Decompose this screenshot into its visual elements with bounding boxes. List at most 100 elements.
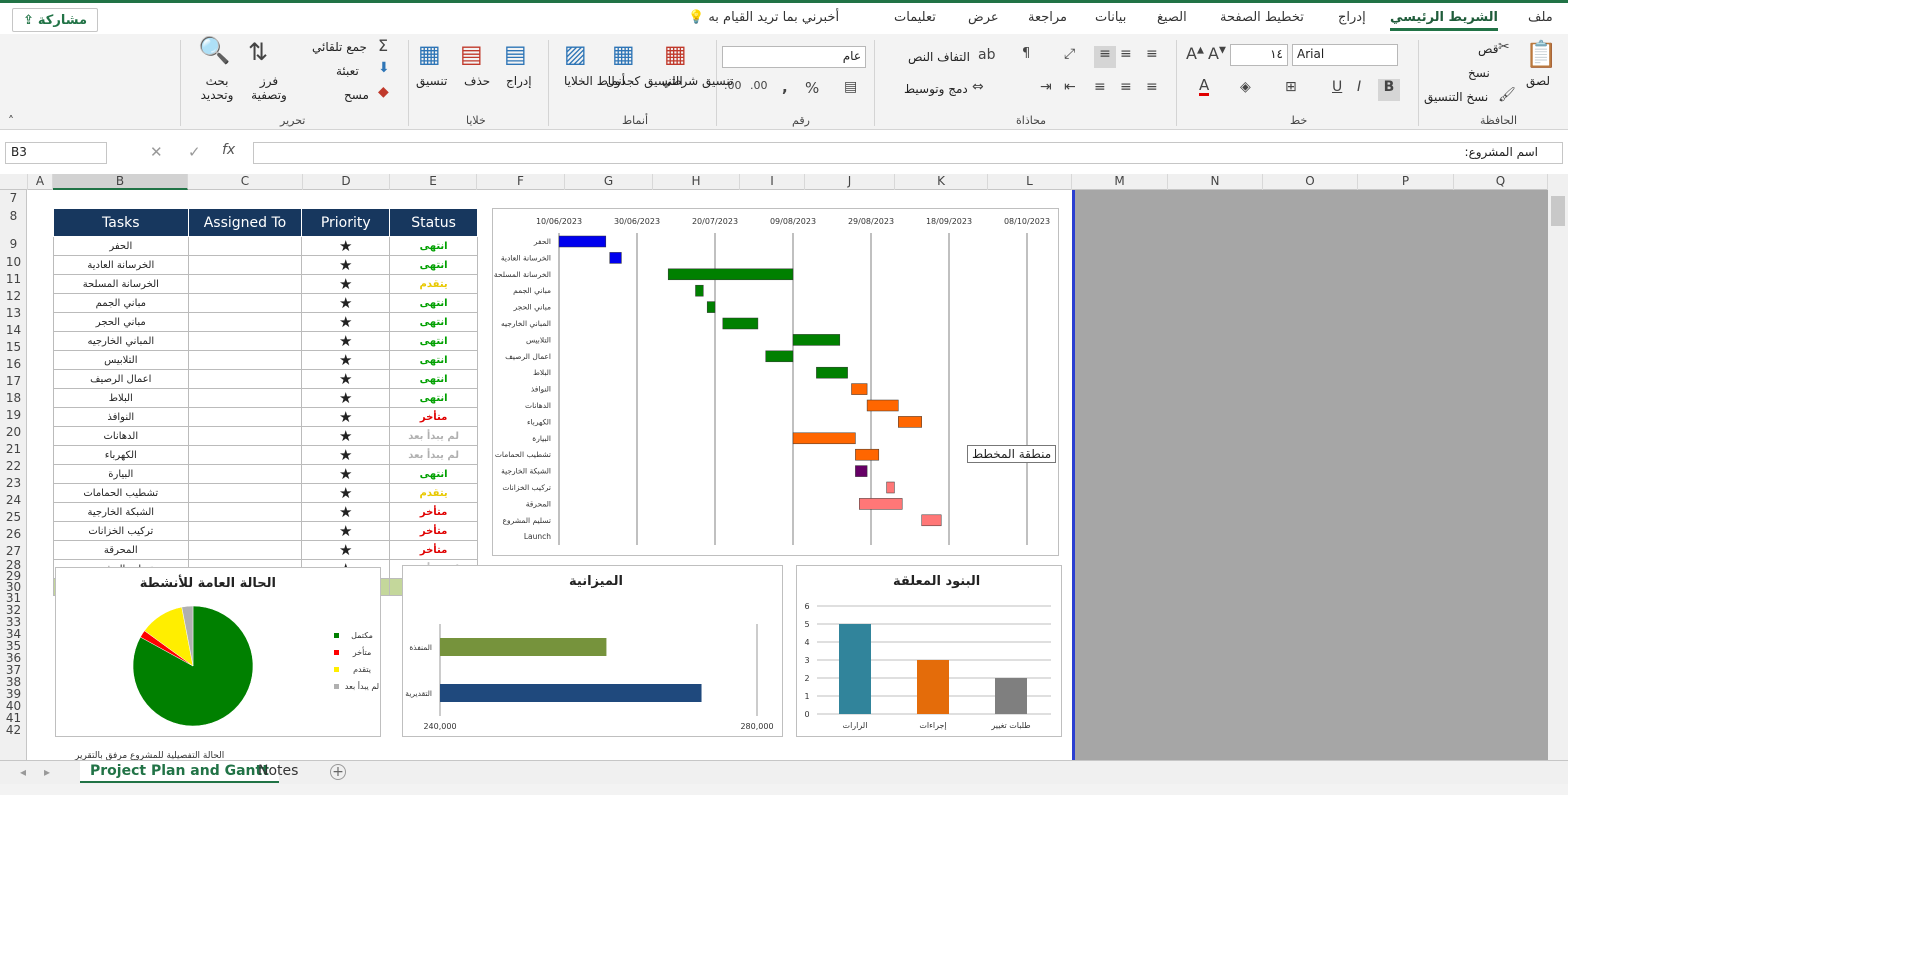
- vertical-scrollbar[interactable]: [1548, 174, 1568, 760]
- priority-cell[interactable]: ★: [301, 255, 391, 275]
- merge-center-button[interactable]: دمج وتوسيط: [904, 82, 968, 96]
- gantt-bar[interactable]: [816, 366, 848, 379]
- row-header[interactable]: 41: [0, 711, 27, 725]
- gantt-bar[interactable]: [898, 416, 922, 428]
- assigned-to-cell[interactable]: [187, 255, 303, 275]
- task-name-cell[interactable]: النوافذ: [53, 407, 189, 427]
- assigned-to-cell[interactable]: [187, 293, 303, 313]
- task-name-cell[interactable]: الحفر: [53, 236, 189, 256]
- assigned-to-cell[interactable]: [187, 407, 303, 427]
- status-cell[interactable]: لم يبدأ بعد: [389, 445, 478, 465]
- assigned-to-cell[interactable]: [187, 483, 303, 503]
- status-cell[interactable]: انتهى: [389, 331, 478, 351]
- rtl-icon[interactable]: ¶: [1022, 46, 1030, 61]
- priority-cell[interactable]: ★: [301, 331, 391, 351]
- row-header[interactable]: 27: [0, 544, 27, 558]
- gantt-bar[interactable]: [706, 301, 716, 313]
- row-header[interactable]: 34: [0, 627, 27, 641]
- underline-icon[interactable]: U: [1332, 79, 1342, 95]
- tab-page-layout[interactable]: تخطيط الصفحة: [1220, 10, 1304, 25]
- wrap-text-button[interactable]: التفاف النص: [908, 50, 970, 64]
- gantt-bar[interactable]: [558, 235, 607, 248]
- sort-filter-button[interactable]: فرز وتصفية: [248, 74, 290, 102]
- task-name-cell[interactable]: تركيب الخزانات: [53, 521, 189, 541]
- font-color-icon[interactable]: A: [1199, 77, 1210, 96]
- share-button[interactable]: ⇪ مشاركة: [12, 8, 98, 32]
- task-name-cell[interactable]: التلابيس: [53, 350, 189, 370]
- row-header[interactable]: 16: [0, 357, 27, 374]
- percent-icon[interactable]: %: [805, 79, 819, 97]
- row-header[interactable]: 28: [0, 558, 27, 572]
- vertical-scroll-thumb[interactable]: [1551, 196, 1565, 226]
- column-header[interactable]: C: [188, 174, 303, 190]
- find-select-button[interactable]: بحث وتحديد: [196, 74, 238, 102]
- pending-items-chart[interactable]: البنود المعلقة 0 1 2 3 4 5 6 الرارات إجراءات طلبا…: [796, 565, 1062, 737]
- fill-button[interactable]: تعبئة: [336, 64, 359, 78]
- tab-review[interactable]: مراجعة: [1028, 10, 1067, 25]
- align-middle-icon[interactable]: ≡: [1094, 46, 1116, 68]
- gantt-bar[interactable]: [765, 350, 794, 363]
- tell-me-search[interactable]: 💡 أخبرني بما تريد القيام به: [688, 10, 839, 25]
- status-cell[interactable]: انتهى: [389, 464, 478, 484]
- assigned-to-cell[interactable]: [187, 426, 303, 446]
- fill-color-icon[interactable]: ◈: [1240, 79, 1251, 95]
- pending-bar[interactable]: [995, 678, 1027, 714]
- row-header[interactable]: 12: [0, 289, 27, 306]
- task-name-cell[interactable]: اعمال الرصيف: [53, 369, 189, 389]
- budget-bar[interactable]: [440, 684, 702, 702]
- name-box[interactable]: B3: [5, 142, 107, 164]
- priority-cell[interactable]: ★: [301, 350, 391, 370]
- column-header[interactable]: N: [1168, 174, 1263, 190]
- column-header[interactable]: K: [895, 174, 988, 190]
- priority-cell[interactable]: ★: [301, 274, 391, 294]
- assigned-to-cell[interactable]: [187, 369, 303, 389]
- insert-function-icon[interactable]: fx: [222, 142, 235, 158]
- align-right-icon[interactable]: ≡: [1094, 79, 1106, 95]
- header-assigned-to[interactable]: Assigned To: [187, 208, 303, 237]
- column-header[interactable]: Q: [1454, 174, 1548, 190]
- status-cell[interactable]: يتقدم: [389, 274, 478, 294]
- row-header[interactable]: 9: [0, 237, 27, 255]
- increase-decimal-icon[interactable]: .00: [750, 79, 768, 92]
- task-name-cell[interactable]: المحرقة: [53, 540, 189, 560]
- next-sheet-icon[interactable]: ▸: [44, 765, 50, 779]
- row-header[interactable]: 22: [0, 459, 27, 476]
- header-tasks[interactable]: Tasks: [53, 208, 189, 237]
- tab-view[interactable]: عرض: [968, 10, 999, 25]
- tab-home[interactable]: الشريط الرئيسي: [1390, 10, 1498, 31]
- budget-chart[interactable]: الميزانية المنفذة التقديرية 240,000 280,000: [402, 565, 783, 737]
- add-sheet-icon[interactable]: +: [330, 764, 346, 780]
- align-bottom-icon[interactable]: ≡: [1146, 46, 1158, 62]
- font-name-combo[interactable]: Arial: [1292, 44, 1398, 66]
- assigned-to-cell[interactable]: [187, 312, 303, 332]
- row-header[interactable]: 7: [0, 191, 27, 209]
- status-cell[interactable]: انتهى: [389, 255, 478, 275]
- collapse-ribbon-icon[interactable]: ˄: [8, 114, 14, 128]
- column-header[interactable]: D: [303, 174, 390, 190]
- gantt-bar[interactable]: [695, 284, 704, 297]
- borders-icon[interactable]: ⊞: [1285, 79, 1297, 95]
- row-header[interactable]: 20: [0, 425, 27, 442]
- row-header[interactable]: 17: [0, 374, 27, 391]
- accounting-icon[interactable]: ▤: [844, 79, 857, 95]
- task-name-cell[interactable]: الخرسانة المسلحة: [53, 274, 189, 294]
- row-header[interactable]: 11: [0, 272, 27, 289]
- priority-cell[interactable]: ★: [301, 236, 391, 256]
- copy-button[interactable]: نسخ: [1468, 66, 1490, 80]
- task-name-cell[interactable]: البيارة: [53, 464, 189, 484]
- row-header[interactable]: 40: [0, 699, 27, 713]
- comma-icon[interactable]: ,: [782, 78, 788, 96]
- tab-insert[interactable]: إدراج: [1338, 10, 1366, 25]
- format-painter-button[interactable]: نسخ التنسيق: [1424, 90, 1488, 104]
- row-header[interactable]: 37: [0, 663, 27, 677]
- column-header[interactable]: A: [28, 174, 53, 190]
- status-cell[interactable]: لم يبدأ بعد: [389, 426, 478, 446]
- formula-input[interactable]: اسم المشروع:: [253, 142, 1563, 164]
- status-cell[interactable]: متأخر: [389, 407, 478, 427]
- column-header[interactable]: B: [53, 174, 188, 190]
- assigned-to-cell[interactable]: [187, 388, 303, 408]
- status-cell[interactable]: متأخر: [389, 521, 478, 541]
- assigned-to-cell[interactable]: [187, 502, 303, 522]
- status-cell[interactable]: متأخر: [389, 540, 478, 560]
- task-name-cell[interactable]: البلاط: [53, 388, 189, 408]
